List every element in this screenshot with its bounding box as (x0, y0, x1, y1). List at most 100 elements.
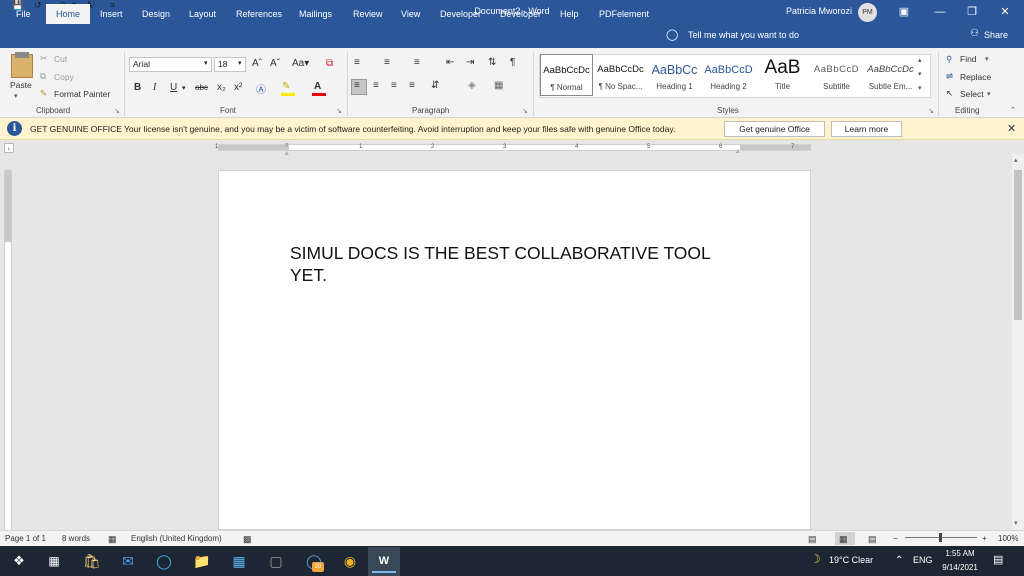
chrome-icon[interactable]: ◉ (338, 549, 362, 573)
font-launcher-icon[interactable]: ↘ (336, 107, 342, 115)
underline-button[interactable]: U (170, 82, 177, 93)
copy-button[interactable]: Copy (54, 72, 74, 82)
replace-icon[interactable]: ⇌ (946, 71, 953, 82)
collapse-ribbon-icon[interactable]: ⌃ (1010, 106, 1016, 114)
tab-developer[interactable]: Developer (432, 4, 489, 24)
web-layout-icon[interactable]: ▤ (868, 534, 877, 545)
underline-dropdown-icon[interactable]: ▾ (182, 84, 186, 92)
scrollbar-thumb[interactable] (1014, 170, 1022, 320)
read-mode-icon[interactable]: ▤ (808, 534, 817, 545)
document-page[interactable] (218, 170, 811, 530)
get-genuine-office-button[interactable]: Get genuine Office (724, 121, 825, 137)
share-button[interactable]: Share (984, 30, 1008, 40)
highlight-icon[interactable]: ✎ (282, 81, 290, 92)
hanging-indent-marker-icon[interactable]: ▵ (285, 149, 289, 157)
text-effects-icon[interactable]: Ⓐ (256, 81, 266, 96)
tell-me-search[interactable]: Tell me what you want to do (688, 30, 799, 40)
paste-dropdown-icon[interactable]: ▾ (14, 92, 18, 100)
file-explorer-icon[interactable]: 📁 (190, 549, 214, 573)
style-heading-1[interactable]: AaBbCc Heading 1 (648, 54, 701, 96)
snipping-tool-icon[interactable]: ▢ (264, 549, 288, 573)
style-heading-2[interactable]: AaBbCcD Heading 2 (702, 54, 755, 96)
minimize-icon[interactable]: — (925, 2, 955, 22)
clipboard-launcher-icon[interactable]: ↘ (114, 107, 120, 115)
format-painter-button[interactable]: Format Painter (54, 89, 110, 99)
tab-developer-2[interactable]: Developer (492, 4, 549, 24)
word-count[interactable]: 8 words (62, 534, 90, 543)
numbering-icon[interactable]: ≡ (384, 57, 390, 68)
decrease-indent-icon[interactable]: ⇤ (446, 57, 454, 68)
show-hidden-icons-icon[interactable]: ⌃ (895, 555, 903, 566)
style-subtle-emphasis[interactable]: AaBbCcDc Subtle Em... (864, 54, 917, 96)
language-indicator[interactable]: English (United Kingdom) (131, 534, 222, 543)
center-icon[interactable]: ≡ (373, 80, 379, 91)
input-language[interactable]: ENG (913, 555, 933, 565)
share-icon[interactable]: ⚇ (970, 28, 979, 39)
document-body-text[interactable]: SIMUL DOCS IS THE BEST COLLABORATIVE TOO… (290, 242, 750, 286)
styles-scroll-up-icon[interactable]: ▴ (918, 56, 922, 64)
font-family-dropdown-icon[interactable]: ▾ (204, 59, 208, 67)
calculator-icon[interactable]: ▦ (227, 549, 251, 573)
paragraph-launcher-icon[interactable]: ↘ (522, 107, 528, 115)
find-icon[interactable]: ⚲ (946, 54, 952, 65)
borders-icon[interactable]: ▦ (494, 80, 503, 91)
bullets-icon[interactable]: ≡ (354, 57, 360, 68)
scroll-down-icon[interactable]: ▾ (1014, 519, 1018, 527)
zoom-out-icon[interactable]: − (893, 534, 898, 543)
first-line-indent-marker-icon[interactable]: ▿ (285, 141, 289, 149)
justify-icon[interactable]: ≡ (409, 80, 415, 91)
start-icon[interactable]: ❖ (7, 549, 31, 573)
task-view-icon[interactable]: ▦ (42, 549, 66, 573)
font-size-dropdown-icon[interactable]: ▾ (238, 59, 242, 67)
user-name[interactable]: Patricia Mworozi (786, 6, 852, 16)
tab-layout[interactable]: Layout (181, 4, 224, 24)
format-painter-icon[interactable]: ✎ (40, 88, 47, 99)
tab-design[interactable]: Design (134, 4, 178, 24)
italic-button[interactable]: I (153, 82, 156, 93)
message-bar-close-icon[interactable]: ✕ (1007, 122, 1016, 135)
styles-more-icon[interactable]: ▾ (918, 84, 922, 92)
clock-date[interactable]: 9/14/2021 (937, 563, 983, 572)
shading-icon[interactable]: ◈ (468, 80, 476, 91)
style-no-spacing[interactable]: AaBbCcDc ¶ No Spac... (594, 54, 647, 96)
tab-file[interactable]: File (8, 4, 39, 24)
shrink-font-icon[interactable]: Aˇ (270, 58, 280, 69)
tab-selector-icon[interactable]: ⌞ (4, 143, 14, 153)
action-center-icon[interactable]: ▤ (993, 553, 1003, 566)
find-button[interactable]: Find (960, 54, 977, 64)
right-indent-marker-icon[interactable]: ▵ (736, 147, 740, 155)
sort-icon[interactable]: ⇅ (488, 57, 496, 68)
subscript-button[interactable]: x₂ (217, 82, 226, 93)
paste-button[interactable]: Paste (10, 80, 32, 90)
style-subtitle[interactable]: AaBbCcD Subtitle (810, 54, 863, 96)
show-marks-icon[interactable]: ¶ (510, 57, 515, 68)
tab-mailings[interactable]: Mailings (291, 4, 340, 24)
copy-icon[interactable]: ⧉ (40, 71, 46, 82)
accessibility-icon[interactable]: ▩ (243, 534, 252, 545)
select-icon[interactable]: ↖ (946, 88, 953, 99)
proofing-icon[interactable]: ▦ (108, 534, 117, 545)
tab-view[interactable]: View (393, 4, 428, 24)
cut-icon[interactable]: ✂ (40, 53, 47, 64)
avatar[interactable]: PM (858, 3, 877, 22)
tab-references[interactable]: References (228, 4, 290, 24)
style-title[interactable]: AaB Title (756, 54, 809, 96)
increase-indent-icon[interactable]: ⇥ (466, 57, 474, 68)
weather-text[interactable]: 19°C Clear (829, 555, 873, 565)
tab-help[interactable]: Help (552, 4, 587, 24)
learn-more-button[interactable]: Learn more (831, 121, 902, 137)
scroll-up-icon[interactable]: ▴ (1014, 156, 1018, 164)
line-spacing-icon[interactable]: ⇵ (431, 80, 439, 91)
strikethrough-button[interactable]: abc (195, 83, 208, 92)
font-color-icon[interactable]: A (314, 81, 321, 92)
store-icon[interactable]: 🛍 (80, 549, 104, 573)
superscript-button[interactable]: x² (234, 82, 242, 93)
bold-button[interactable]: B (134, 82, 141, 93)
edge-icon[interactable]: ◯ (152, 549, 176, 573)
font-family-select[interactable]: Arial (129, 57, 212, 72)
select-button[interactable]: Select (960, 89, 984, 99)
change-case-icon[interactable]: Aa▾ (292, 58, 309, 69)
zoom-slider-thumb[interactable] (939, 533, 942, 542)
ribbon-display-options-icon[interactable]: ▣ (889, 2, 919, 22)
mail-icon[interactable]: ✉ (116, 549, 140, 573)
